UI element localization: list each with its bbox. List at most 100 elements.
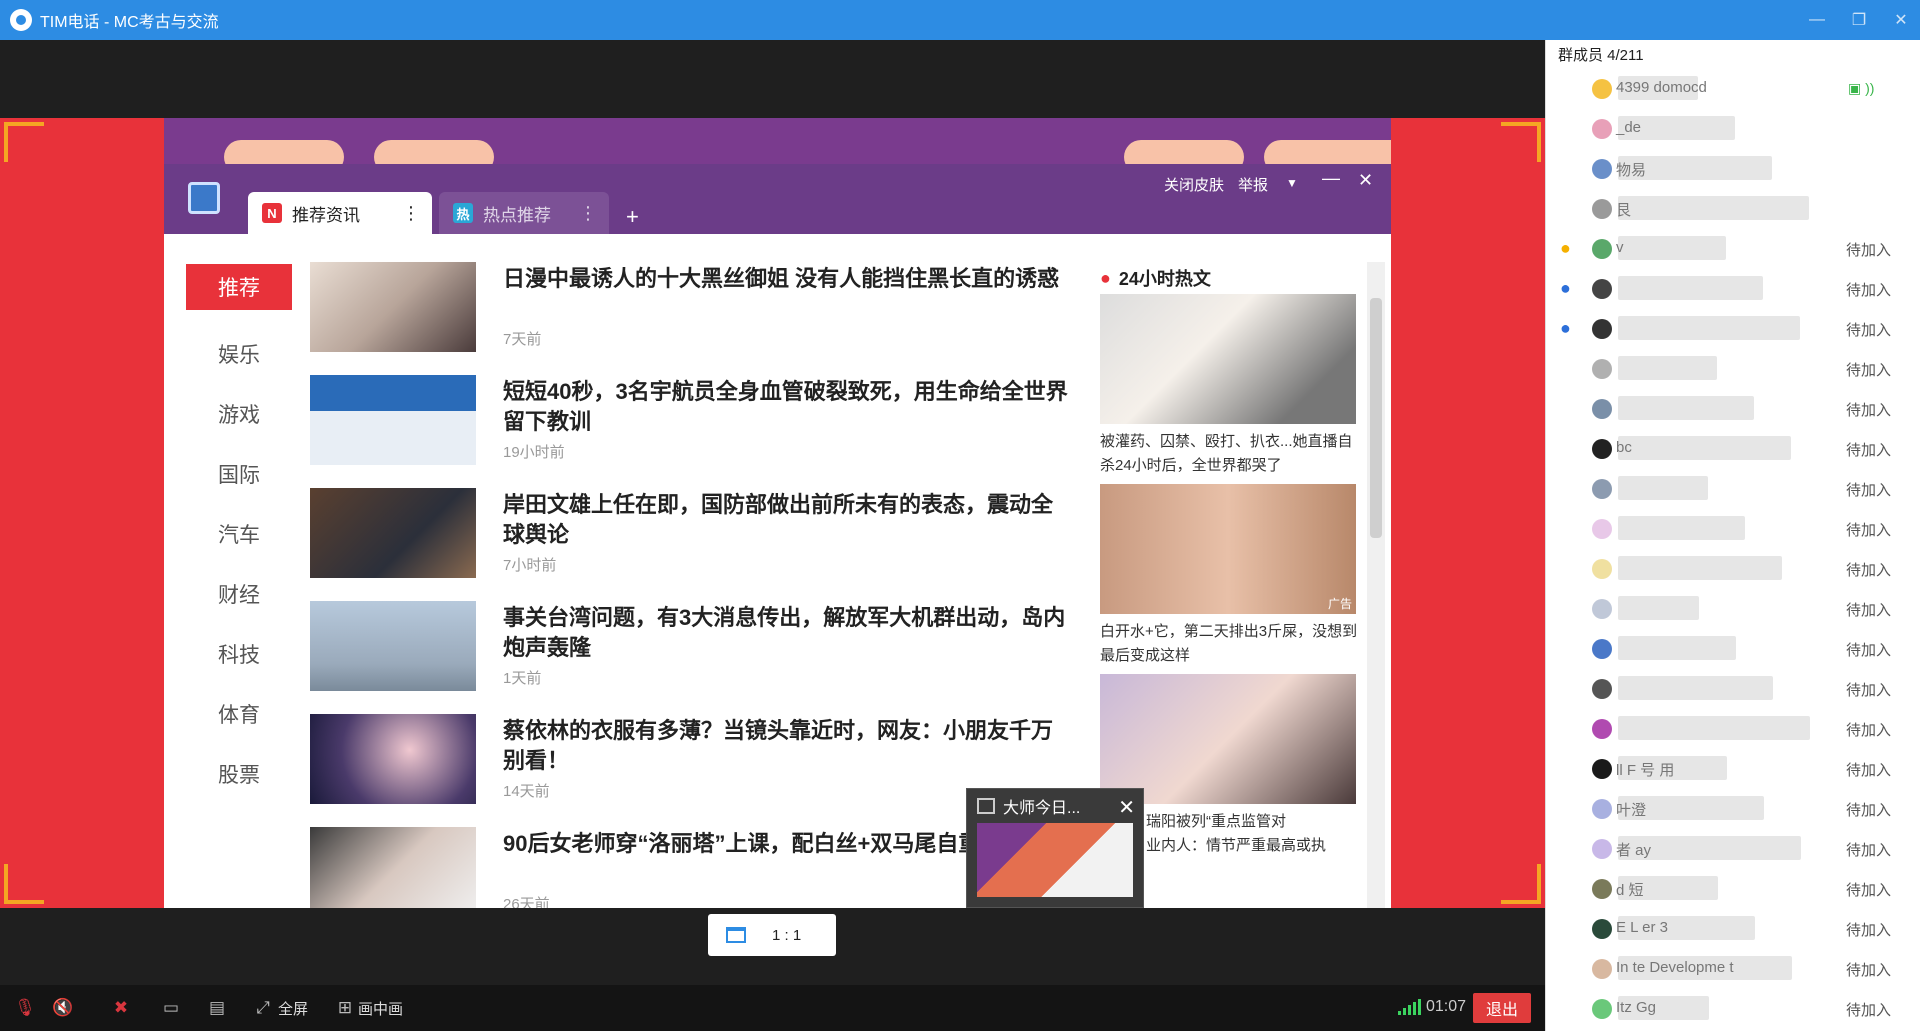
avatar[interactable] [1592, 199, 1612, 219]
report-link[interactable]: 举报 [1238, 174, 1268, 195]
maximize-button[interactable]: ❐ [1836, 0, 1882, 40]
ratio-button[interactable]: 1 : 1 [708, 914, 836, 956]
tab-hot[interactable]: 热 热点推荐 ⋮ [439, 192, 609, 234]
avatar[interactable] [1592, 839, 1612, 859]
avatar[interactable] [1592, 239, 1612, 259]
popup-thumbnail[interactable] [977, 823, 1133, 897]
member-row[interactable]: E L er 3 待加入 [1546, 908, 1920, 948]
avatar[interactable] [1592, 559, 1612, 579]
category-international[interactable]: 国际 [186, 444, 292, 504]
screen-share-icon[interactable]: ▭ [160, 998, 182, 1018]
category-auto[interactable]: 汽车 [186, 504, 292, 564]
avatar[interactable] [1592, 679, 1612, 699]
close-skin-link[interactable]: 关闭皮肤 [1164, 174, 1224, 195]
minimize-icon[interactable]: — [1322, 168, 1340, 189]
member-row[interactable]: 物易 [1546, 148, 1920, 188]
article-thumbnail[interactable] [310, 488, 476, 578]
hot-thumbnail[interactable] [1100, 294, 1356, 424]
avatar[interactable] [1592, 119, 1612, 139]
member-row[interactable]: In te Developme t 待加入 [1546, 948, 1920, 988]
article-item[interactable]: 蔡依林的衣服有多薄？当镜头靠近时，网友：小朋友千万别看！ 14天前 [310, 714, 1070, 827]
avatar[interactable] [1592, 799, 1612, 819]
hot-thumbnail[interactable] [1100, 674, 1356, 804]
member-row[interactable]: 待加入 [1546, 508, 1920, 548]
exit-button[interactable]: 退出 [1473, 993, 1531, 1023]
add-tab-icon[interactable]: + [626, 204, 639, 230]
member-row[interactable]: ● 待加入 [1546, 308, 1920, 348]
tab-recommended[interactable]: N 推荐资讯 ⋮ [248, 192, 432, 234]
fullscreen-icon[interactable]: ⤢ [252, 998, 274, 1018]
category-tech[interactable]: 科技 [186, 624, 292, 684]
minimize-button[interactable]: — [1794, 0, 1840, 40]
mic-muted-icon[interactable]: 🎙 [14, 998, 36, 1018]
member-row[interactable]: 待加入 [1546, 348, 1920, 388]
member-row[interactable]: ● 待加入 [1546, 268, 1920, 308]
avatar[interactable] [1592, 159, 1612, 179]
avatar[interactable] [1592, 359, 1612, 379]
category-games[interactable]: 游戏 [186, 384, 292, 444]
article-thumbnail[interactable] [310, 375, 476, 465]
category-entertainment[interactable]: 娱乐 [186, 324, 292, 384]
member-row[interactable]: Itz Gg 待加入 [1546, 988, 1920, 1028]
article-title[interactable]: 短短40秒，3名宇航员全身血管破裂致死，用生命给全世界留下教训 [503, 377, 1068, 437]
avatar[interactable] [1592, 399, 1612, 419]
avatar[interactable] [1592, 919, 1612, 939]
avatar[interactable] [1592, 999, 1612, 1019]
member-row[interactable]: ● v 待加入 [1546, 228, 1920, 268]
member-row[interactable]: 待加入 [1546, 468, 1920, 508]
member-row[interactable]: 待加入 [1546, 668, 1920, 708]
picture-in-picture-button[interactable]: 画中画 [358, 998, 403, 1019]
hot-caption[interactable]: 白开水+它，第二天排出3斤屎，没想到最后变成这样 [1100, 620, 1360, 668]
close-icon[interactable]: ✕ [1358, 170, 1373, 191]
category-stocks[interactable]: 股票 [186, 744, 292, 804]
member-row[interactable]: 者 ay 待加入 [1546, 828, 1920, 868]
tab-menu-icon[interactable]: ⋮ [579, 203, 597, 224]
avatar[interactable] [1592, 479, 1612, 499]
tab-menu-icon[interactable]: ⋮ [402, 203, 420, 224]
camera-off-icon[interactable]: ✖ [110, 998, 132, 1018]
article-thumbnail[interactable] [310, 714, 476, 804]
picture-in-picture-icon[interactable]: ⊞ [334, 998, 356, 1018]
avatar[interactable] [1592, 719, 1612, 739]
article-title[interactable]: 日漫中最诱人的十大黑丝御姐 没有人能挡住黑长直的诱惑 [503, 264, 1068, 294]
article-item[interactable]: 短短40秒，3名宇航员全身血管破裂致死，用生命给全世界留下教训 19小时前 [310, 375, 1070, 488]
category-sports[interactable]: 体育 [186, 684, 292, 744]
member-row[interactable]: 叶澄 待加入 [1546, 788, 1920, 828]
avatar[interactable] [1592, 519, 1612, 539]
member-row[interactable]: 待加入 [1546, 628, 1920, 668]
article-thumbnail[interactable] [310, 601, 476, 691]
avatar[interactable] [1592, 279, 1612, 299]
fullscreen-button[interactable]: 全屏 [278, 998, 308, 1019]
member-row[interactable]: 待加入 [1546, 708, 1920, 748]
close-icon[interactable]: ✕ [1118, 795, 1135, 820]
member-row[interactable]: bc 待加入 [1546, 428, 1920, 468]
article-title[interactable]: 事关台湾问题，有3大消息传出，解放军大机群出动，岛内炮声轰隆 [503, 603, 1068, 663]
member-row[interactable]: 待加入 [1546, 588, 1920, 628]
avatar[interactable] [1592, 639, 1612, 659]
article-title[interactable]: 蔡依林的衣服有多薄？当镜头靠近时，网友：小朋友千万别看！ [503, 716, 1068, 776]
member-row[interactable]: 待加入 [1546, 388, 1920, 428]
avatar[interactable] [1592, 879, 1612, 899]
article-item[interactable]: 事关台湾问题，有3大消息传出，解放军大机群出动，岛内炮声轰隆 1天前 [310, 601, 1070, 714]
member-row[interactable]: d 短 待加入 [1546, 868, 1920, 908]
article-title[interactable]: 岸田文雄上任在即，国防部做出前所未有的表态，震动全球舆论 [503, 490, 1068, 550]
dropdown-icon[interactable]: ▼ [1286, 176, 1298, 190]
article-thumbnail[interactable] [310, 262, 476, 352]
hot-thumbnail[interactable]: 广告 [1100, 484, 1356, 614]
avatar[interactable] [1592, 959, 1612, 979]
article-item[interactable]: 岸田文雄上任在即，国防部做出前所未有的表态，震动全球舆论 7小时前 [310, 488, 1070, 601]
article-item[interactable]: 90后女老师穿“洛丽塔”上课，配白丝+双马尾自重 26天前 [310, 827, 1070, 908]
article-item[interactable]: 日漫中最诱人的十大黑丝御姐 没有人能挡住黑长直的诱惑 7天前 [310, 262, 1070, 375]
speaker-muted-icon[interactable]: 🔇 [52, 998, 74, 1018]
avatar[interactable] [1592, 79, 1612, 99]
member-row[interactable]: 待加入 [1546, 548, 1920, 588]
hot-caption[interactable]: 被灌药、囚禁、殴打、扒衣...她直播自杀24小时后，全世界都哭了 [1100, 430, 1360, 478]
category-finance[interactable]: 财经 [186, 564, 292, 624]
member-row[interactable]: ll F 号 用 待加入 [1546, 748, 1920, 788]
category-recommended[interactable]: 推荐 [186, 264, 292, 310]
avatar[interactable] [1592, 599, 1612, 619]
preview-popup[interactable]: 大师今日... ✕ [966, 788, 1144, 908]
member-row[interactable]: 4399 domocd ▣ )) [1546, 68, 1920, 108]
close-window-button[interactable]: ✕ [1878, 0, 1920, 40]
scrollbar[interactable] [1367, 262, 1385, 908]
